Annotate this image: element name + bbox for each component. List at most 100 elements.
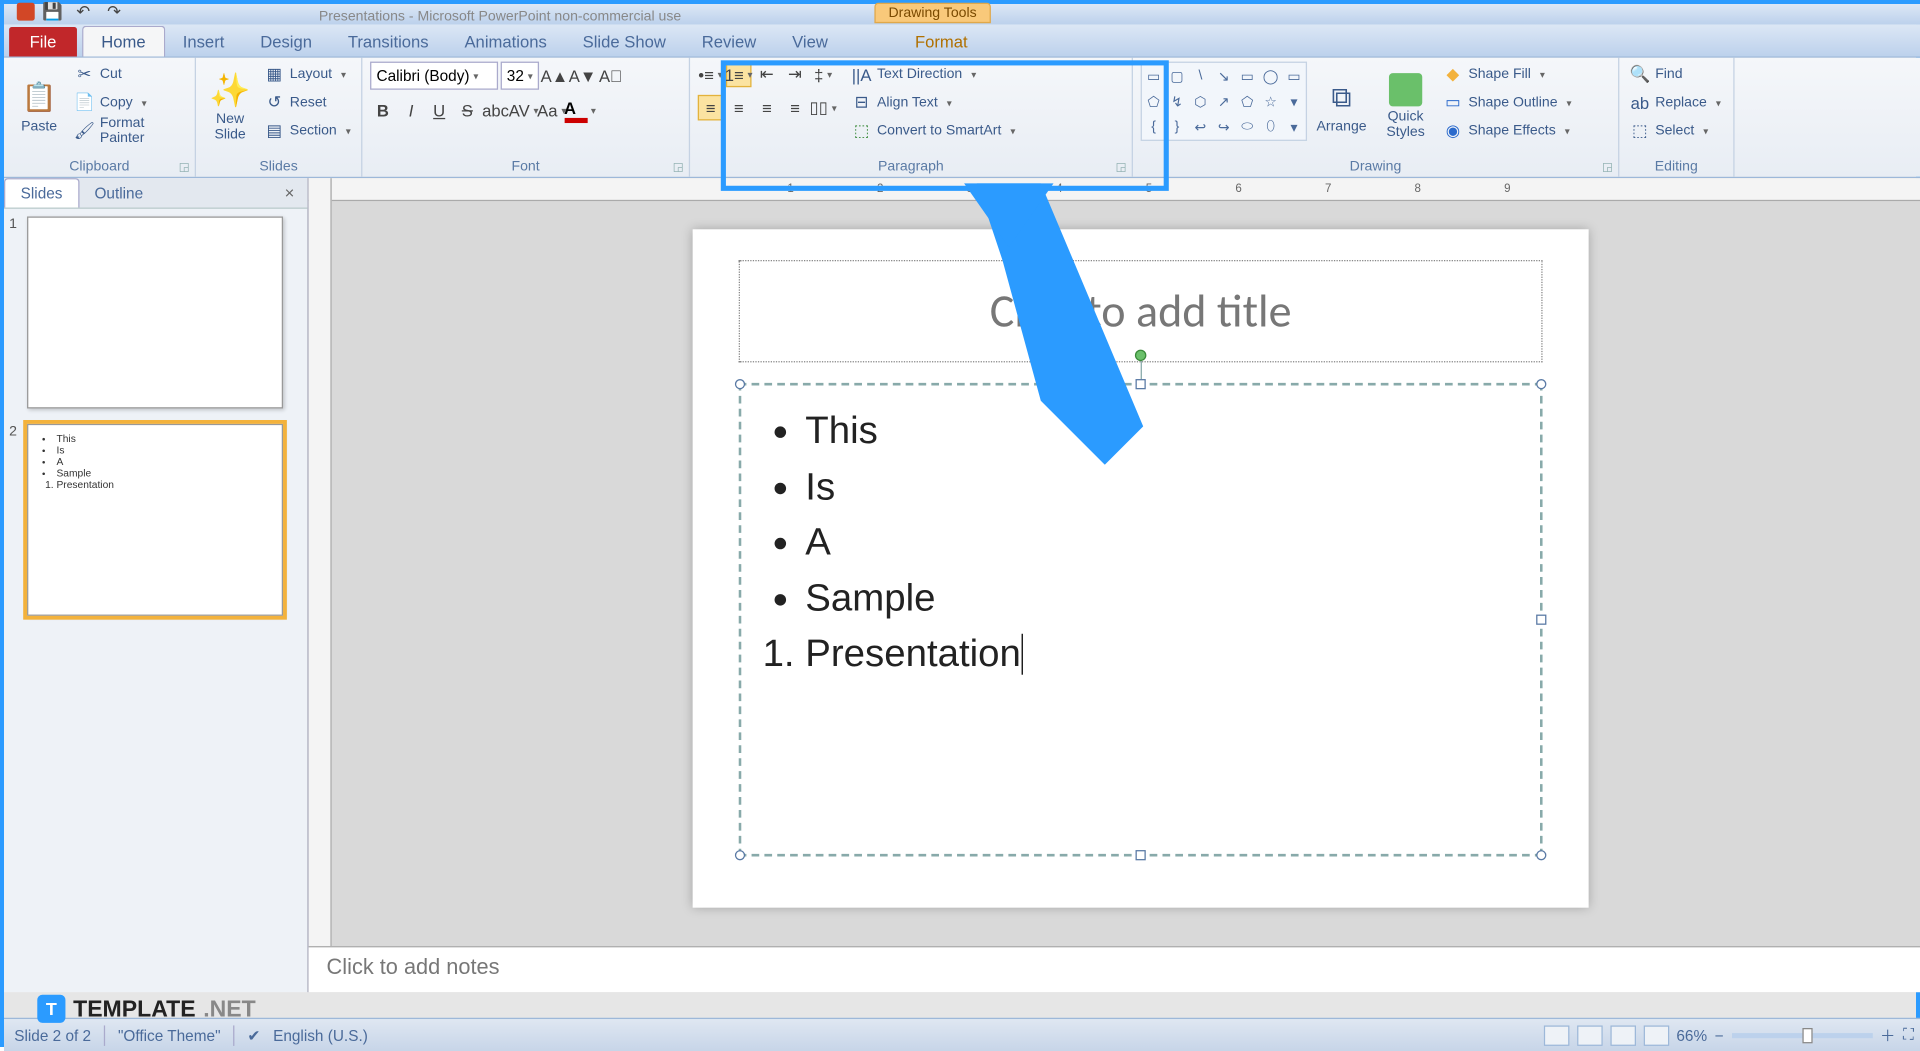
resize-handle-ne[interactable] [1536, 379, 1546, 389]
select-icon: ⬚ [1630, 120, 1650, 140]
cut-button[interactable]: ✂Cut [72, 62, 187, 88]
convert-smartart-button[interactable]: ⬚Convert to SmartArt [849, 118, 1018, 144]
align-center-button[interactable]: ≡ [726, 95, 752, 121]
shapes-gallery[interactable]: ▭▢\↘▭◯▭ ⬠↯⬡↗⬠☆▾ {}↩↪⬭⬯▾ [1141, 62, 1307, 141]
tab-format[interactable]: Format [897, 27, 986, 56]
normal-view-button[interactable] [1543, 1025, 1569, 1045]
tab-review[interactable]: Review [684, 27, 774, 56]
sorter-view-button[interactable] [1577, 1025, 1603, 1045]
italic-button[interactable]: I [398, 97, 424, 123]
grow-font-button[interactable]: A▲ [542, 63, 568, 89]
group-label-editing: Editing [1627, 158, 1726, 175]
zoom-level[interactable]: 66% [1676, 1026, 1707, 1044]
align-text-label: Align Text [877, 95, 938, 110]
panel-close-button[interactable]: × [279, 183, 299, 203]
font-size-combo[interactable]: 32 [501, 62, 539, 90]
line-spacing-button[interactable]: ‡ [810, 62, 836, 88]
copy-button[interactable]: 📄Copy [72, 90, 187, 116]
justify-button[interactable]: ≡ [782, 95, 808, 121]
bold-button[interactable]: B [370, 97, 396, 123]
numbered-item[interactable]: Presentation [805, 626, 1509, 682]
slide-thumbnail-2[interactable]: This Is A Sample Presentation [27, 424, 283, 616]
fit-to-window-button[interactable]: ⛶ [1903, 1025, 1914, 1044]
slide-thumbnail-1[interactable] [27, 216, 283, 408]
bullet-item[interactable]: A [805, 515, 1509, 571]
find-button[interactable]: 🔍Find [1627, 62, 1723, 88]
slideshow-view-button[interactable] [1643, 1025, 1669, 1045]
redo-icon[interactable]: ↷ [101, 0, 127, 24]
change-case-button[interactable]: Aa [539, 97, 565, 123]
shrink-font-button[interactable]: A▼ [570, 63, 596, 89]
arrange-button[interactable]: ⧉Arrange [1312, 62, 1371, 152]
bullet-item[interactable]: Sample [805, 570, 1509, 626]
vertical-ruler[interactable] [309, 178, 332, 992]
new-slide-button[interactable]: ✨ New Slide [204, 62, 257, 152]
section-label: Section [290, 123, 337, 138]
smartart-icon: ⬚ [851, 120, 871, 140]
paragraph-launcher-icon[interactable]: ◲ [1116, 160, 1127, 174]
save-icon[interactable]: 💾 [40, 0, 66, 24]
arrange-icon: ⧉ [1322, 78, 1360, 116]
shape-fill-button[interactable]: ◆Shape Fill [1440, 62, 1574, 88]
shape-outline-button[interactable]: ▭Shape Outline [1440, 90, 1574, 116]
clear-formatting-button[interactable]: A⃠ [598, 63, 624, 89]
font-launcher-icon[interactable]: ◲ [673, 160, 684, 174]
zoom-out-button[interactable]: − [1715, 1026, 1724, 1044]
font-name-combo[interactable]: Calibri (Body) [370, 62, 498, 90]
text-direction-button[interactable]: ||AText Direction [849, 62, 1018, 88]
undo-icon[interactable]: ↶ [71, 0, 97, 24]
clipboard-launcher-icon[interactable]: ◲ [179, 160, 190, 174]
paste-button[interactable]: 📋 Paste [12, 62, 67, 152]
format-painter-button[interactable]: 🖌Format Painter [72, 118, 187, 144]
tab-slideshow[interactable]: Slide Show [565, 27, 684, 56]
resize-handle-e[interactable] [1536, 615, 1546, 625]
tab-insert[interactable]: Insert [165, 27, 242, 56]
align-text-button[interactable]: ⊟Align Text [849, 90, 1018, 116]
spellcheck-icon[interactable]: ✔ [247, 1026, 260, 1044]
section-button[interactable]: ▤Section [262, 118, 354, 144]
resize-handle-sw[interactable] [735, 850, 745, 860]
tab-home[interactable]: Home [82, 26, 165, 57]
shape-effects-icon: ◉ [1443, 120, 1463, 140]
panel-tab-outline[interactable]: Outline [79, 179, 158, 207]
align-left-button[interactable]: ≡ [698, 95, 724, 121]
quick-styles-button[interactable]: Quick Styles [1376, 62, 1435, 152]
tab-file[interactable]: File [9, 27, 77, 56]
notes-pane[interactable]: Click to add notes [309, 946, 1920, 992]
bullet-item[interactable]: Is [805, 459, 1509, 515]
numbering-button[interactable]: 1≡ [726, 62, 752, 88]
thumb-number: 2 [9, 424, 22, 616]
zoom-slider[interactable] [1731, 1032, 1872, 1037]
shape-effects-button[interactable]: ◉Shape Effects [1440, 118, 1574, 144]
title-bar: 💾 ↶ ↷ Presentations - Microsoft PowerPoi… [4, 4, 1920, 24]
zoom-in-button[interactable]: ＋ [1880, 1024, 1895, 1046]
align-right-button[interactable]: ≡ [754, 95, 780, 121]
tab-transitions[interactable]: Transitions [330, 27, 447, 56]
char-spacing-button[interactable]: AV [511, 97, 537, 123]
underline-button[interactable]: U [426, 97, 452, 123]
shadow-button[interactable]: abc [483, 97, 509, 123]
tab-design[interactable]: Design [242, 27, 330, 56]
status-language[interactable]: English (U.S.) [273, 1026, 368, 1044]
reset-button[interactable]: ↺Reset [262, 90, 354, 116]
shape-fill-icon: ◆ [1443, 64, 1463, 84]
drawing-launcher-icon[interactable]: ◲ [1602, 160, 1613, 174]
increase-indent-button[interactable]: ⇥ [782, 62, 808, 88]
strike-button[interactable]: S [455, 97, 481, 123]
replace-button[interactable]: abReplace [1627, 90, 1723, 116]
resize-handle-nw[interactable] [735, 379, 745, 389]
group-label-paragraph: Paragraph◲ [698, 158, 1124, 175]
columns-button[interactable]: ▯▯ [810, 95, 836, 121]
tab-view[interactable]: View [774, 27, 846, 56]
resize-handle-s[interactable] [1136, 850, 1146, 860]
reading-view-button[interactable] [1610, 1025, 1636, 1045]
resize-handle-se[interactable] [1536, 850, 1546, 860]
decrease-indent-button[interactable]: ⇤ [754, 62, 780, 88]
layout-button[interactable]: ▦Layout [262, 62, 354, 88]
status-theme[interactable]: "Office Theme" [118, 1026, 221, 1044]
panel-tab-slides[interactable]: Slides [4, 178, 79, 207]
bullets-button[interactable]: •≡ [698, 62, 724, 88]
select-button[interactable]: ⬚Select [1627, 118, 1723, 144]
font-color-button[interactable]: A [567, 97, 593, 123]
tab-animations[interactable]: Animations [447, 27, 565, 56]
